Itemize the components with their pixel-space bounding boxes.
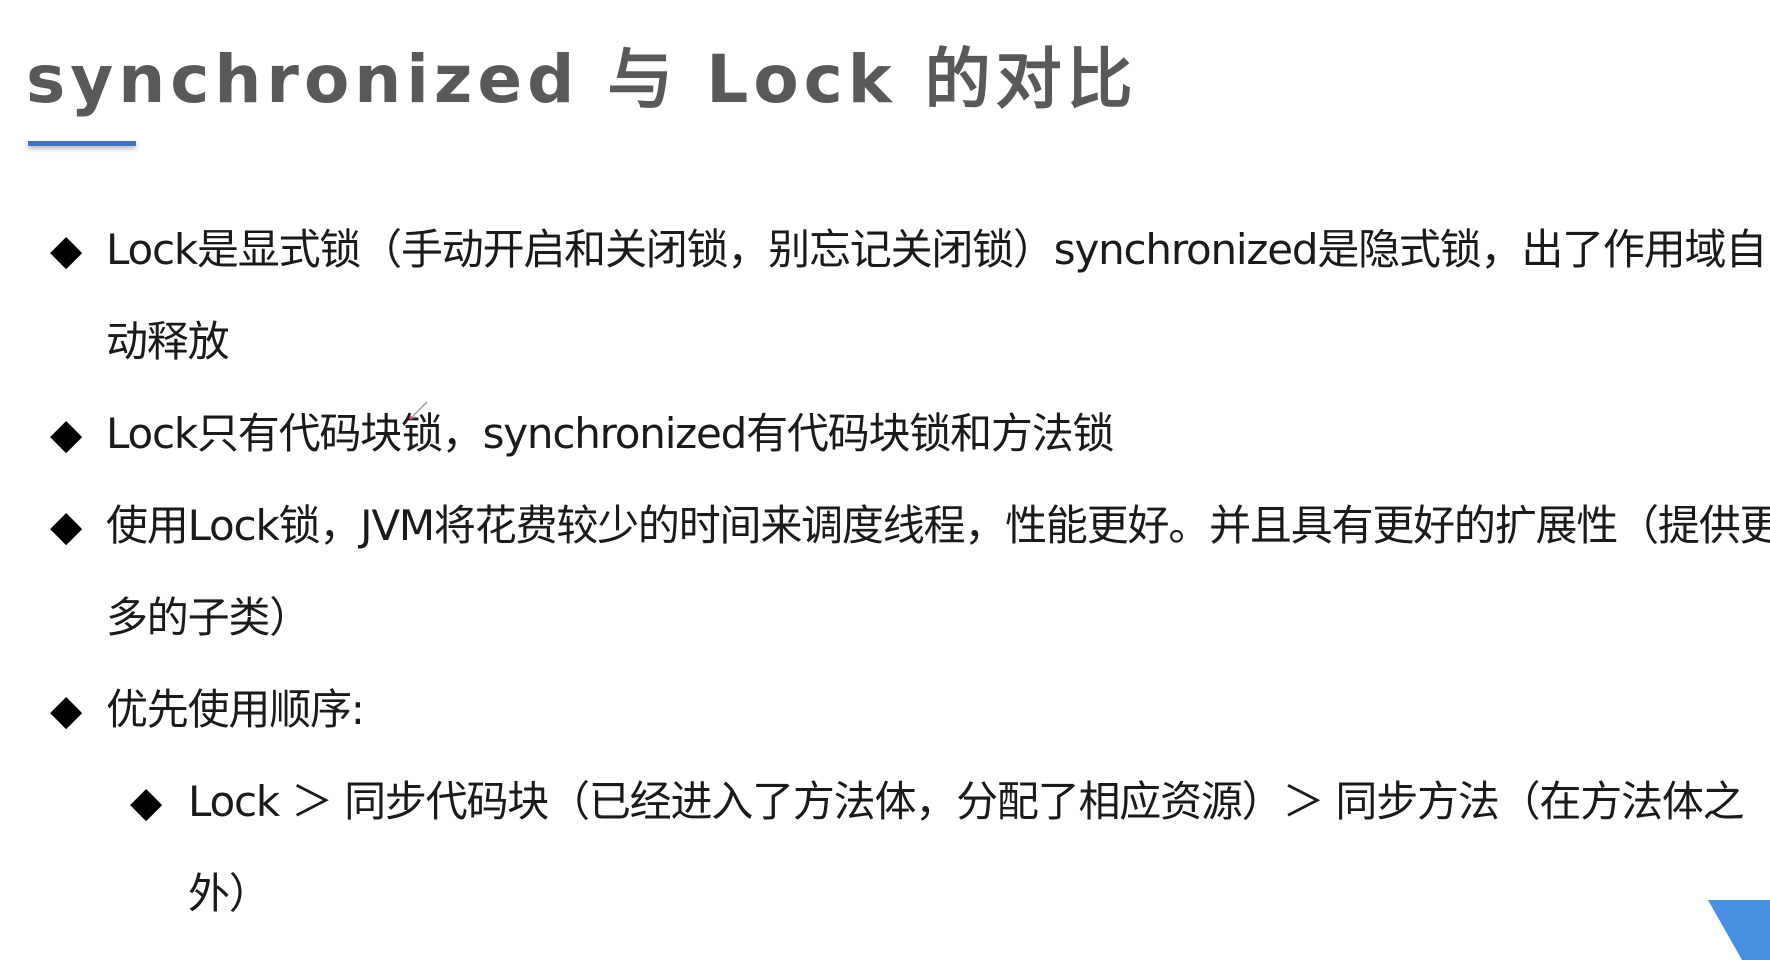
sub-bullet-text: Lock ＞ 同步代码块（已经进入了方法体，分配了相应资源）＞ 同步方法（在方法…	[188, 777, 1745, 918]
bullet-text: Lock只有代码块锁，synchronized有代码块锁和方法锁	[106, 409, 1115, 458]
pen-cursor-icon	[409, 401, 428, 420]
bullet-item: ◆ Lock是显式锁（手动开启和关闭锁，别忘记关闭锁）synchronized是…	[50, 204, 1767, 388]
diamond-bullet-icon: ◆	[50, 225, 83, 274]
corner-triangle-decoration	[1708, 900, 1770, 960]
diamond-bullet-icon: ◆	[130, 777, 163, 826]
diamond-bullet-icon: ◆	[50, 685, 83, 734]
bullet-list: ◆ Lock是显式锁（手动开启和关闭锁，别忘记关闭锁）synchronized是…	[0, 0, 1770, 960]
diamond-bullet-icon: ◆	[50, 501, 83, 550]
bullet-item: ◆ 优先使用顺序:	[50, 664, 1740, 756]
bullet-text: Lock是显式锁（手动开启和关闭锁，别忘记关闭锁）synchronized是隐式…	[106, 225, 1767, 366]
bullet-text: 使用Lock锁，JVM将花费较少的时间来调度线程，性能更好。并且具有更好的扩展性…	[106, 501, 1770, 642]
diamond-bullet-icon: ◆	[50, 409, 83, 458]
bullet-text: 优先使用顺序:	[106, 685, 365, 734]
bullet-item: ◆ Lock只有代码块锁，synchronized有代码块锁和方法锁	[50, 388, 1740, 480]
sub-bullet-item: ◆ Lock ＞ 同步代码块（已经进入了方法体，分配了相应资源）＞ 同步方法（在…	[130, 756, 1750, 940]
bullet-item: ◆ 使用Lock锁，JVM将花费较少的时间来调度线程，性能更好。并且具有更好的扩…	[50, 480, 1770, 664]
